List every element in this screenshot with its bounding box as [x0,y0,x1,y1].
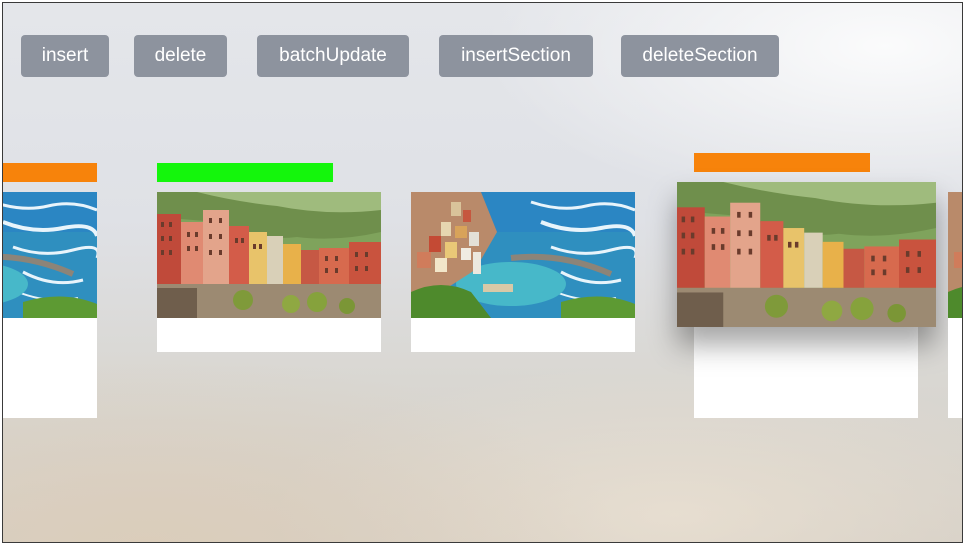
cell-card [694,323,918,418]
insert-button[interactable]: insert [21,35,109,77]
indicator-bar-green [157,163,333,182]
insert-section-button[interactable]: insertSection [439,35,593,77]
batch-update-button[interactable]: batchUpdate [257,35,409,77]
harbor-photo [3,192,97,318]
app-window: insert delete batchUpdate insertSection … [2,2,963,543]
harbor-photo [411,192,635,318]
indicator-bar-orange [694,153,870,172]
town-photo [677,182,936,327]
cell-card [948,192,963,418]
cell-card [411,192,635,352]
town-photo [157,192,381,318]
indicator-bar-orange [3,163,97,182]
delete-section-button[interactable]: deleteSection [621,35,779,77]
cell-card [157,192,381,352]
harbor-photo [948,192,963,318]
cell-card [3,192,97,418]
delete-button[interactable]: delete [134,35,227,77]
